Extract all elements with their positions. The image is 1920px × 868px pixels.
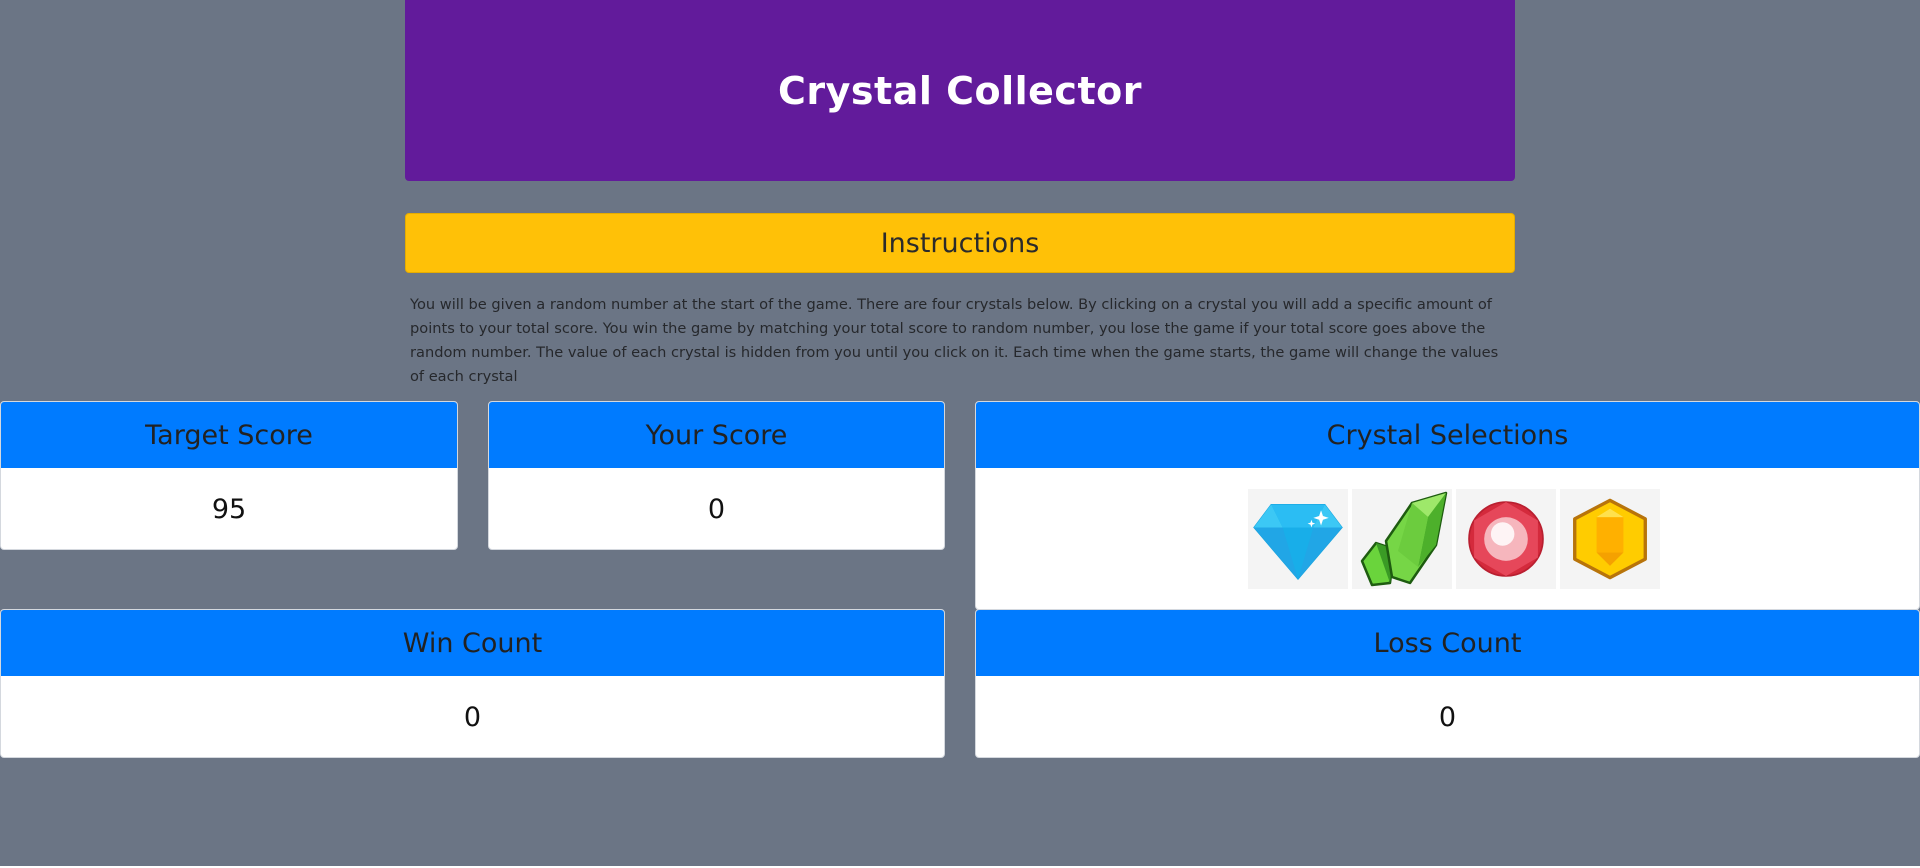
crystal-selections-label: Crystal Selections <box>1326 419 1569 451</box>
instructions-heading: Instructions <box>880 227 1040 259</box>
loss-count-header: Loss Count <box>976 610 1919 676</box>
green-crystal-icon <box>1360 491 1448 587</box>
target-score-header: Target Score <box>1 402 457 468</box>
crystal-button-blue[interactable] <box>1248 489 1348 589</box>
your-score-card: Your Score 0 <box>488 401 945 550</box>
target-score-body: 95 <box>1 468 457 549</box>
game-title: Crystal Collector <box>778 68 1142 113</box>
yellow-gem-icon <box>1573 498 1647 580</box>
crystal-row <box>976 468 1919 589</box>
instructions-text: You will be given a random number at the… <box>410 296 1499 385</box>
win-count-body: 0 <box>1 676 944 757</box>
loss-count-label: Loss Count <box>1373 627 1522 659</box>
win-count-header: Win Count <box>1 610 944 676</box>
target-score-label: Target Score <box>145 419 313 451</box>
crystal-button-green[interactable] <box>1352 489 1452 589</box>
crystal-button-yellow[interactable] <box>1560 489 1660 589</box>
crystal-selections-header: Crystal Selections <box>976 402 1919 468</box>
win-count-card: Win Count 0 <box>0 609 945 758</box>
target-score-card: Target Score 95 <box>0 401 458 550</box>
crystal-selections-card: Crystal Selections <box>975 401 1920 610</box>
your-score-value: 0 <box>707 493 726 525</box>
win-count-label: Win Count <box>402 627 543 659</box>
target-score-value: 95 <box>211 493 247 525</box>
red-gem-icon <box>1468 501 1544 577</box>
loss-count-value: 0 <box>1438 701 1457 733</box>
blue-diamond-icon <box>1253 503 1343 581</box>
loss-count-body: 0 <box>976 676 1919 757</box>
loss-count-card: Loss Count 0 <box>975 609 1920 758</box>
your-score-body: 0 <box>489 468 944 549</box>
crystal-button-red[interactable] <box>1456 489 1556 589</box>
your-score-label: Your Score <box>645 419 788 451</box>
game-header: Crystal Collector <box>405 0 1515 181</box>
your-score-header: Your Score <box>489 402 944 468</box>
instructions-heading-bar: Instructions <box>405 213 1515 273</box>
win-count-value: 0 <box>463 701 482 733</box>
